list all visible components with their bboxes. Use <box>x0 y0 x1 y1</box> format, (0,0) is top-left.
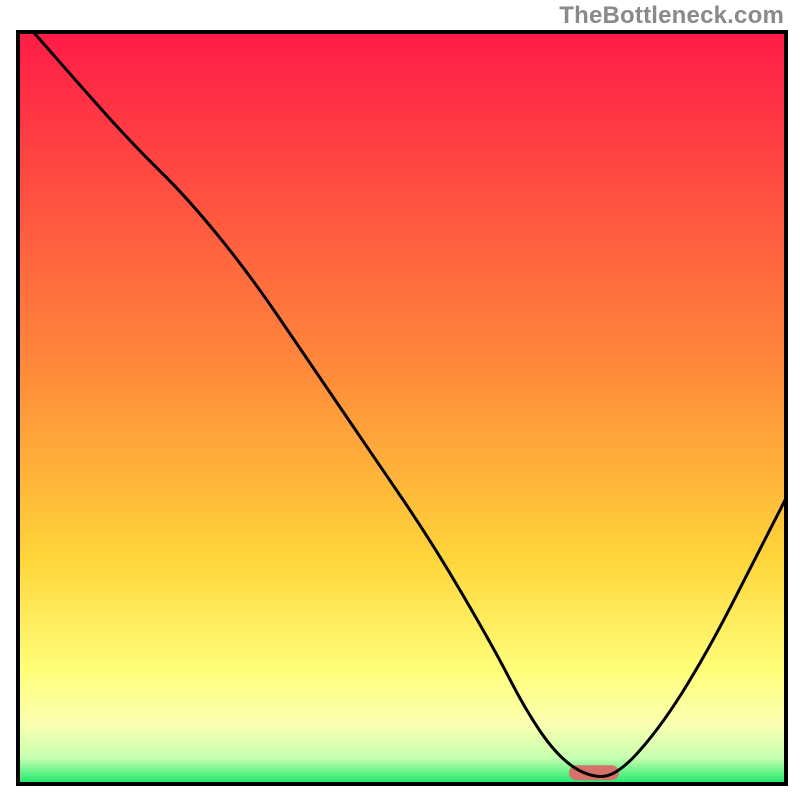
bottleneck-chart: TheBottleneck.com <box>0 0 800 800</box>
chart-canvas <box>0 0 800 800</box>
